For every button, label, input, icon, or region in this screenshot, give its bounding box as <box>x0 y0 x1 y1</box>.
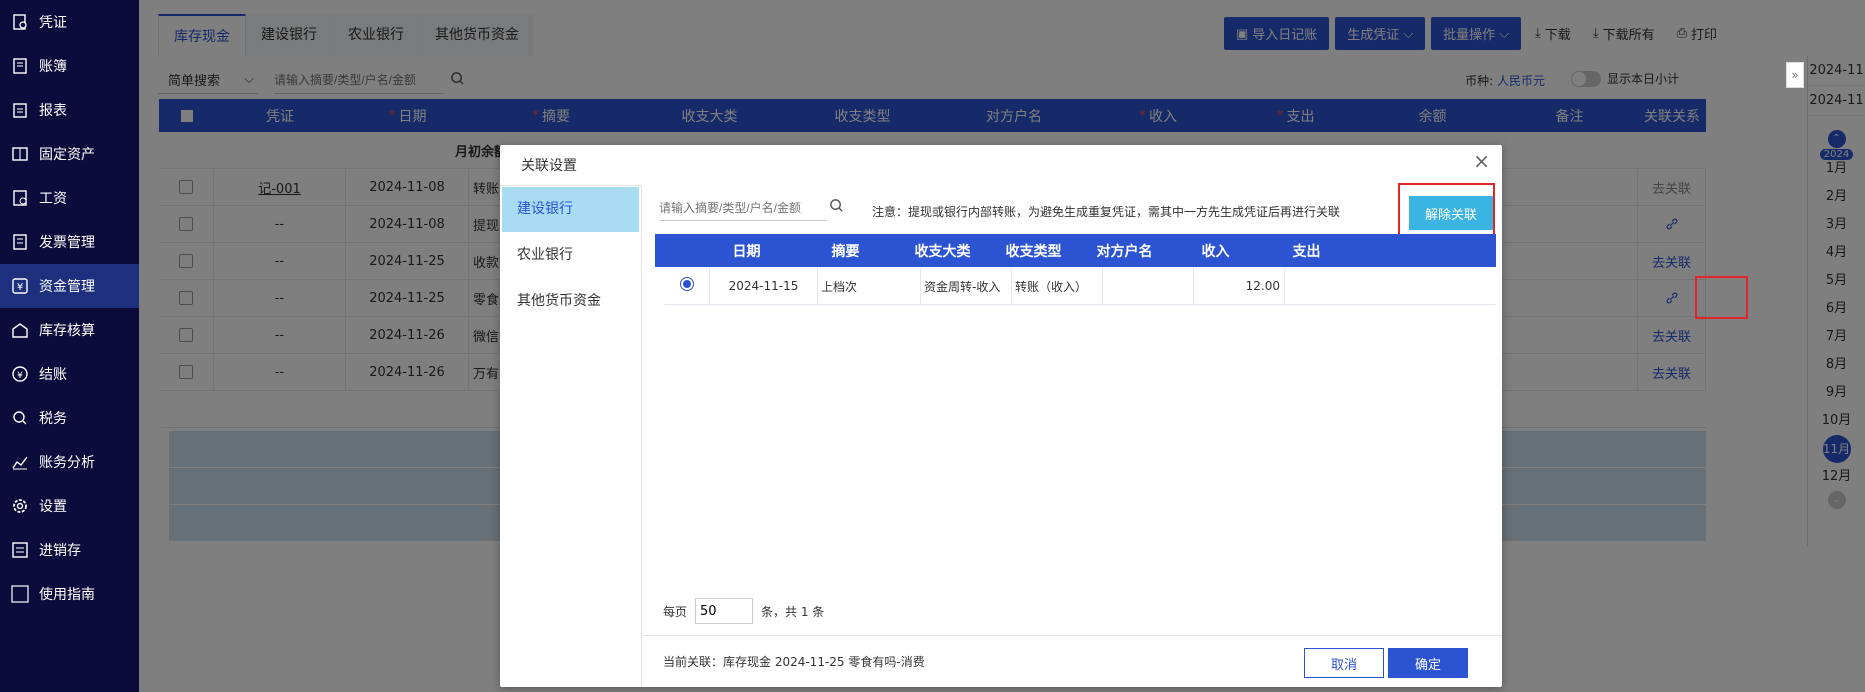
mheader-type: 收支类型 <box>1005 243 1062 260</box>
sidebar-item-label: 结账 <box>39 367 67 383</box>
warehouse-icon <box>10 320 30 340</box>
row-expense <box>1285 268 1376 304</box>
modal-footer: 当前关联：库存现金 2024-11-25 零食有吗-消费 取消 确定 <box>643 635 1502 687</box>
row-counterparty <box>1103 268 1194 304</box>
modal-table-header: 日期 摘要 收支大类 收支类型 对方户名 收入 支出 <box>655 234 1496 267</box>
inventory-icon <box>10 540 30 560</box>
highlight-link-cell <box>1695 276 1748 319</box>
sidebar-item-10[interactable]: 账务分析 <box>0 440 139 484</box>
sidebar-item-label: 报表 <box>39 103 67 119</box>
yen-icon: ¥ <box>10 276 30 296</box>
sidebar-item-6[interactable]: ¥ 资金管理 <box>0 264 139 308</box>
table-row[interactable]: 2024-11-15 上档次 资金周转-收入 转账（收入） 12.00 <box>664 268 1496 305</box>
mheader-expense: 支出 <box>1292 243 1321 260</box>
sidebar-item-label: 使用指南 <box>39 587 95 603</box>
mheader-income: 收入 <box>1201 243 1230 260</box>
current-relation: 当前关联：库存现金 2024-11-25 零食有吗-消费 <box>663 655 925 669</box>
svg-text:¥: ¥ <box>17 282 23 293</box>
modal-title: 关联设置 <box>521 158 577 174</box>
relation-settings-modal: 关联设置 × 建设银行 农业银行 其他货币资金 注意：提现或银行内部转账，为避免… <box>500 145 1502 687</box>
sidebar-item-13[interactable]: 使用指南 <box>0 572 139 616</box>
search-icon[interactable] <box>829 198 844 217</box>
sidebar-item-label: 固定资产 <box>39 147 95 163</box>
gear-icon <box>10 496 30 516</box>
voucher-icon <box>10 12 30 32</box>
sidebar-item-0[interactable]: 凭证 <box>0 0 139 44</box>
sidebar-item-11[interactable]: 设置 <box>0 484 139 528</box>
row-type: 转账（收入） <box>1012 268 1103 304</box>
mheader-summary: 摘要 <box>831 243 860 260</box>
sidebar-item-12[interactable]: 进销存 <box>0 528 139 572</box>
bank-item-other[interactable]: 其他货币资金 <box>502 279 639 324</box>
sidebar-item-1[interactable]: 账簿 <box>0 44 139 88</box>
sidebar-item-3[interactable]: 固定资产 <box>0 132 139 176</box>
sidebar-item-4[interactable]: 工资 <box>0 176 139 220</box>
sidebar-item-label: 发票管理 <box>39 235 95 251</box>
page-size-input[interactable] <box>695 598 754 624</box>
row-date: 2024-11-15 <box>710 268 818 304</box>
guide-icon <box>10 584 30 604</box>
sidebar-item-7[interactable]: 库存核算 <box>0 308 139 352</box>
row-category: 资金周转-收入 <box>921 268 1012 304</box>
report-icon <box>10 100 30 120</box>
sidebar-item-9[interactable]: 税务 <box>0 396 139 440</box>
confirm-button[interactable]: 确定 <box>1388 648 1468 678</box>
sidebar-item-8[interactable]: ¥ 结账 <box>0 352 139 396</box>
sidebar-item-label: 进销存 <box>39 543 81 559</box>
sidebar-item-label: 设置 <box>39 499 67 515</box>
row-summary: 上档次 <box>818 268 921 304</box>
sidebar-item-5[interactable]: 发票管理 <box>0 220 139 264</box>
sidebar-item-label: 资金管理 <box>39 279 95 295</box>
mheader-date: 日期 <box>732 243 761 260</box>
close-icon[interactable]: × <box>1473 149 1490 173</box>
chart-icon <box>10 452 30 472</box>
row-radio[interactable] <box>679 277 694 291</box>
svg-text:¥: ¥ <box>17 371 23 381</box>
cancel-button[interactable]: 取消 <box>1304 648 1384 678</box>
tax-icon <box>10 408 30 428</box>
bank-list: 建设银行 农业银行 其他货币资金 <box>500 185 642 687</box>
expand-icon[interactable]: » <box>1786 62 1804 88</box>
salary-icon <box>10 188 30 208</box>
asset-icon <box>10 144 30 164</box>
sidebar-item-2[interactable]: 报表 <box>0 88 139 132</box>
invoice-icon <box>10 232 30 252</box>
sidebar-item-label: 工资 <box>39 191 67 207</box>
modal-search-input[interactable] <box>659 195 827 221</box>
sidebar: 凭证账簿报表固定资产工资发票管理 ¥ 资金管理库存核算 ¥ 结账税务账务分析设置进销存使… <box>0 0 139 692</box>
pager: 每页 条，共 1 条 <box>663 598 824 624</box>
bank-item-ccb[interactable]: 建设银行 <box>502 187 639 232</box>
row-income: 12.00 <box>1194 268 1285 304</box>
sidebar-item-label: 账务分析 <box>39 455 95 471</box>
sidebar-item-label: 库存核算 <box>39 323 95 339</box>
unlink-button[interactable]: 解除关联 <box>1409 196 1493 230</box>
ledger-icon <box>10 56 30 76</box>
bank-item-abc[interactable]: 农业银行 <box>502 233 639 278</box>
modal-note: 注意：提现或银行内部转账，为避免生成重复凭证，需其中一方先生成凭证后再进行关联 <box>872 205 1341 219</box>
sidebar-item-label: 凭证 <box>39 15 67 31</box>
mheader-counterparty: 对方户名 <box>1096 243 1153 260</box>
yen-circle-icon: ¥ <box>10 364 30 384</box>
sidebar-item-label: 账簿 <box>39 59 67 75</box>
sidebar-item-label: 税务 <box>39 411 67 427</box>
mheader-category: 收支大类 <box>914 243 971 260</box>
